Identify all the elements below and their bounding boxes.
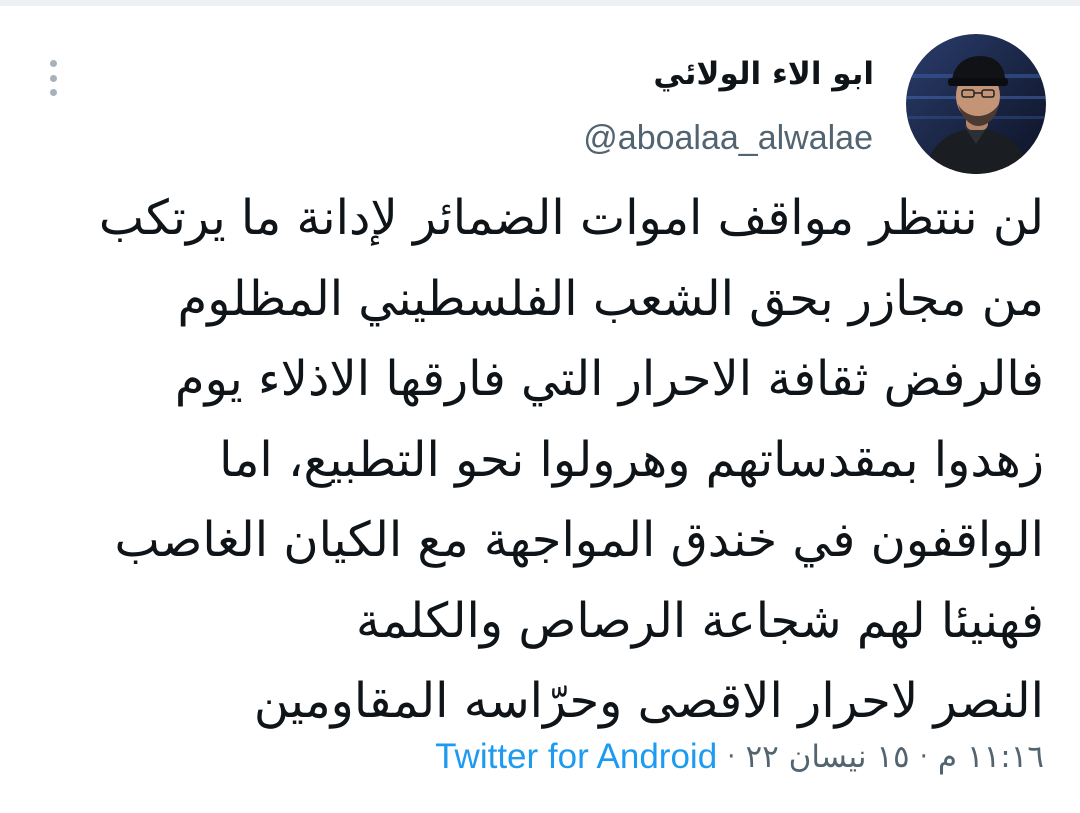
meta-separator: ·	[919, 742, 928, 772]
more-dot	[49, 89, 57, 96]
tweet-source-link[interactable]: Twitter for Android	[435, 735, 717, 779]
tweet-line: زهدوا بمقدساتهم وهرولوا نحو التطبيع، اما	[219, 431, 1044, 488]
top-divider	[0, 0, 1080, 6]
tweet-line: لن ننتظر مواقف اموات الضمائر لإدانة ما ي…	[98, 190, 1044, 246]
tweet-line: فهنيئا لهم شجاعة الرصاص والكلمة	[356, 592, 1044, 649]
tweet-metadata: Twitter for Android · ١٥ نيسان ٢٢ · ١١:١…	[435, 735, 1044, 779]
more-dot	[49, 60, 57, 67]
tweet-line: النصر لاحرار الاقصى وحرّاسه المقاومين	[253, 673, 1044, 729]
tweet-line: من مجازر بحق الشعب الفلسطيني المظلوم	[177, 270, 1044, 327]
avatar[interactable]	[906, 34, 1046, 174]
tweet-time[interactable]: ١١:١٦ م	[938, 735, 1044, 779]
author-handle[interactable]: @aboalaa_alwalae	[583, 119, 873, 158]
tweet-card: ابو الاء الولائي @aboalaa_alwalae لن ننت…	[0, 0, 1080, 813]
tweet-line: الواقفون في خندق المواجهة مع الكيان الغا…	[114, 512, 1044, 568]
author-display-name[interactable]: ابو الاء الولائي	[653, 56, 874, 92]
more-vertical-icon[interactable]	[38, 58, 68, 98]
tweet-line: فالرفض ثقافة الاحرار التي فارقها الاذلاء…	[174, 351, 1044, 407]
avatar-image	[906, 34, 1046, 174]
tweet-date[interactable]: ١٥ نيسان ٢٢	[745, 735, 909, 779]
meta-separator: ·	[727, 742, 736, 772]
more-dot	[49, 74, 57, 82]
tweet-text: لن ننتظر مواقف اموات الضمائر لإدانة ما ي…	[44, 178, 1044, 742]
